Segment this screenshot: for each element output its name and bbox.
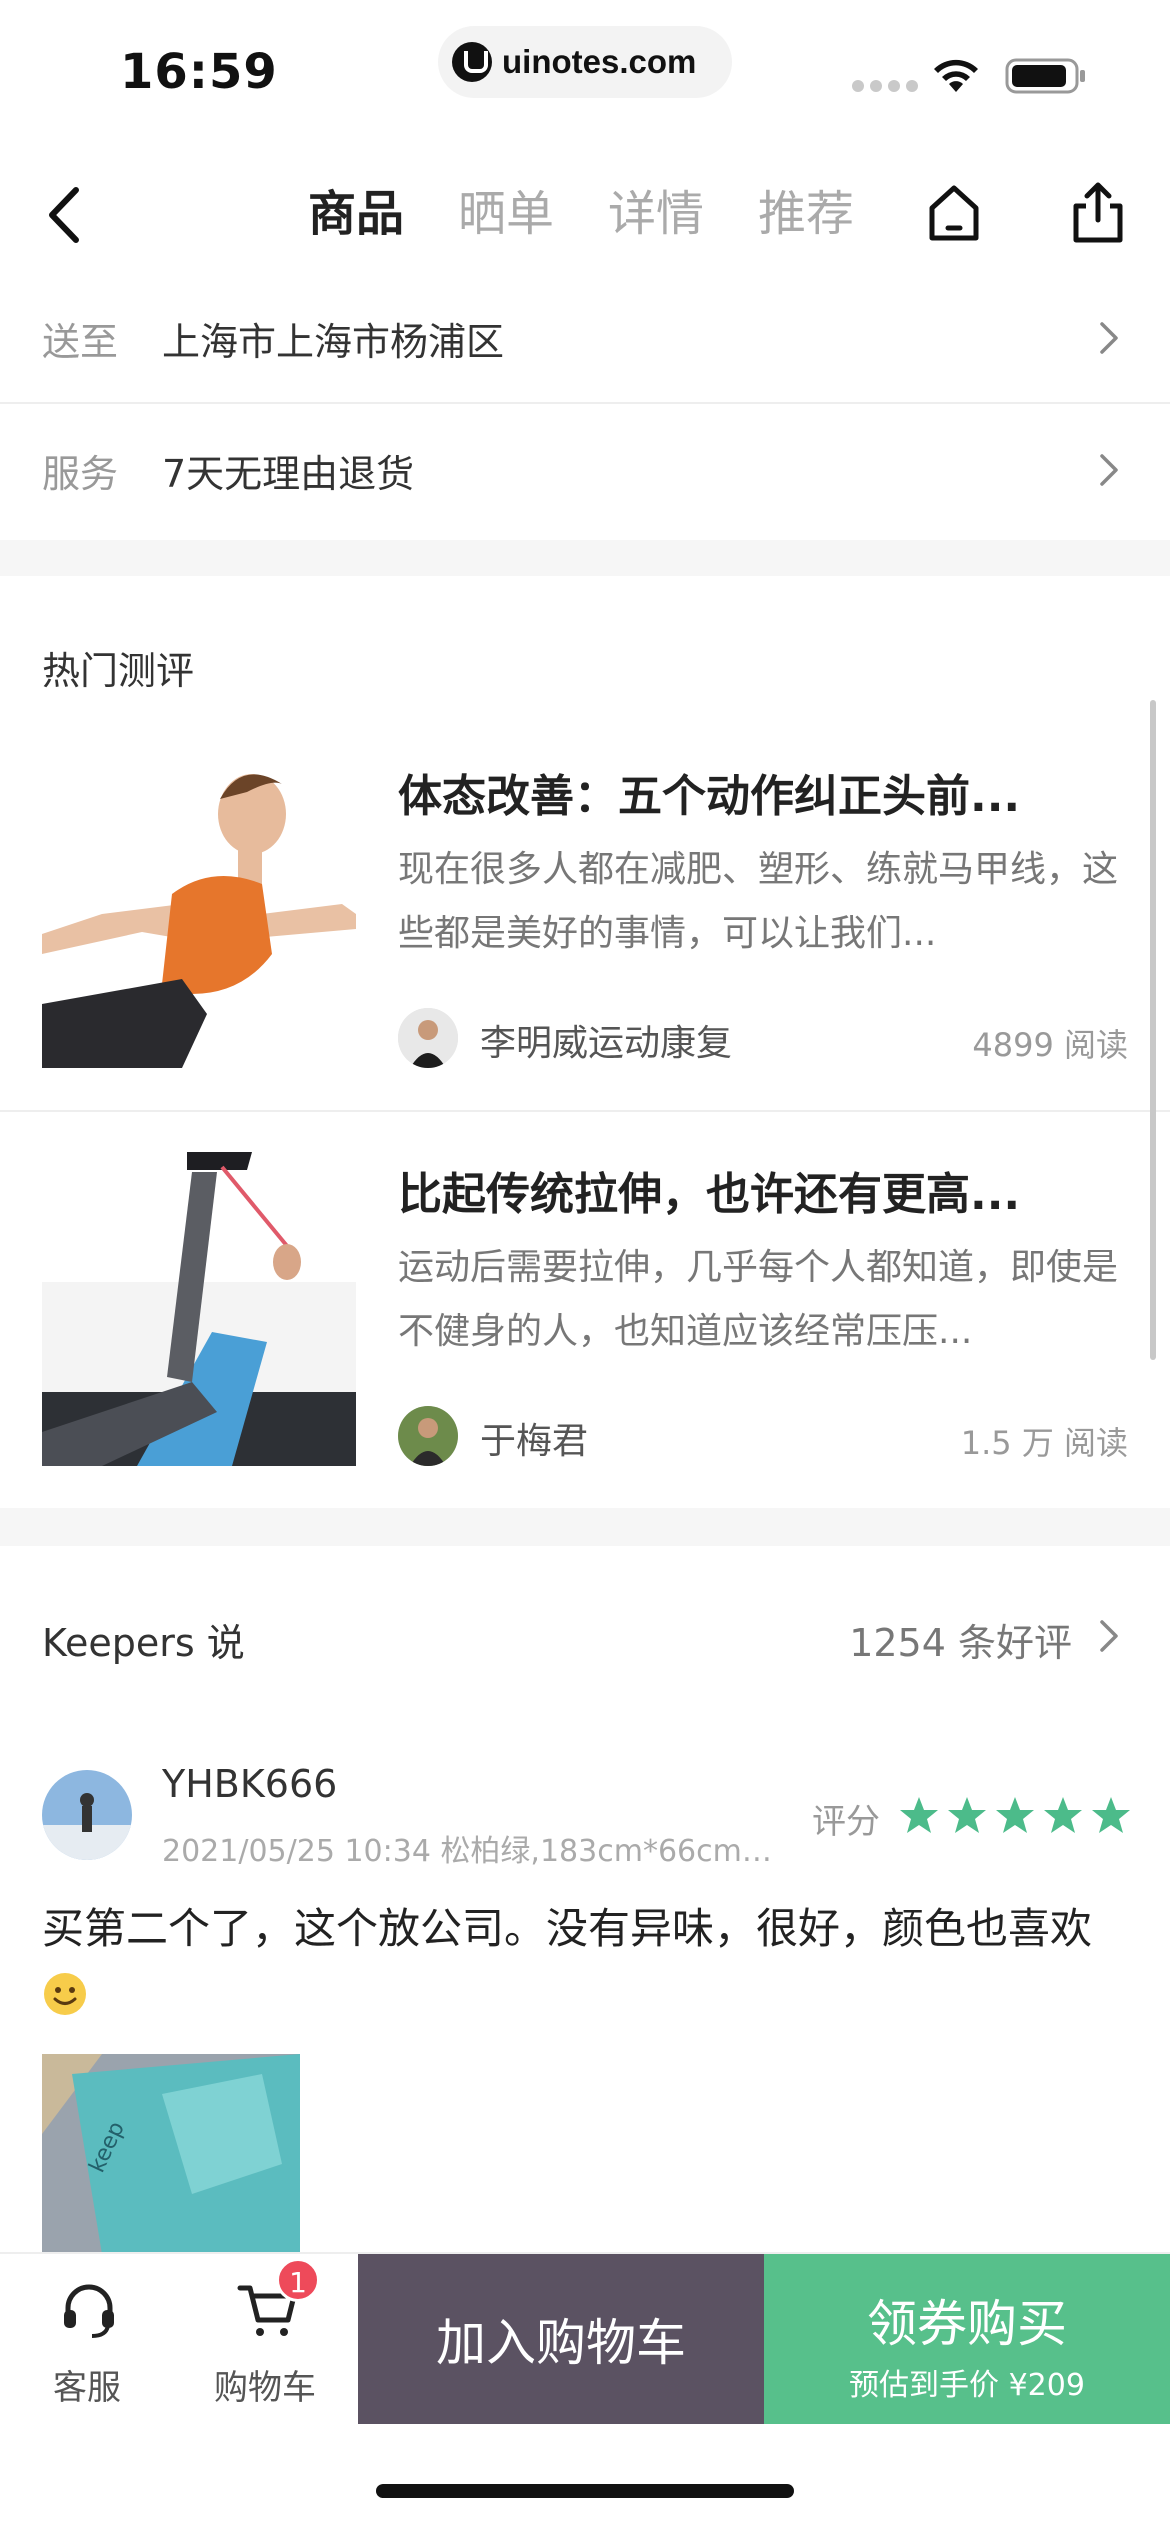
- reviewer-avatar[interactable]: [42, 1770, 132, 1860]
- customer-service-label: 客服: [53, 2368, 121, 2408]
- star-icon: [996, 1797, 1034, 1833]
- star-icon: [1092, 1797, 1130, 1833]
- headset-icon: [64, 2284, 114, 2338]
- status-bar: 16:59 uinotes.com: [0, 0, 1170, 140]
- site-logo-icon: [452, 42, 492, 82]
- add-to-cart-button[interactable]: 加入购物车: [358, 2254, 764, 2424]
- wifi-icon: [934, 59, 978, 92]
- service-value: 7天无理由退货: [162, 451, 415, 496]
- add-to-cart-label: 加入购物车: [436, 2314, 686, 2372]
- service-label: 服务: [42, 451, 119, 496]
- bottom-action-bar: 客服 1 购物车 加入购物车 领券购买 预估到手价 ¥209: [0, 2252, 1170, 2424]
- article-reads: 4899 阅读: [972, 1026, 1128, 1064]
- customer-service-button[interactable]: 客服: [12, 2254, 162, 2424]
- coupon-buy-button[interactable]: 领券购买 预估到手价 ¥209: [764, 2254, 1170, 2424]
- url-text: uinotes.com: [502, 43, 697, 80]
- good-review-count[interactable]: 1254 条好评: [849, 1612, 1072, 1667]
- reviewer-name: YHBK666: [162, 1762, 338, 1806]
- delivery-row[interactable]: 送至 上海市上海市杨浦区: [0, 274, 1170, 402]
- article-desc: 现在很多人都在减肥、塑形、练就马甲线，这些都是美好的事情，可以让我们...: [398, 849, 1118, 954]
- review-text: 买第二个了，这个放公司。没有异味，很好，颜色也喜欢: [42, 1896, 1132, 2028]
- rating-label: 评分: [812, 1802, 880, 1842]
- back-icon[interactable]: [40, 180, 90, 250]
- signal-icon: [852, 80, 918, 92]
- battery-icon: [1005, 58, 1085, 94]
- estimated-price: 预估到手价 ¥209: [849, 2368, 1085, 2403]
- section-gap: [0, 1508, 1170, 1546]
- review-text-content: 买第二个了，这个放公司。没有异味，很好，颜色也喜欢: [42, 1904, 1093, 1953]
- scrollbar[interactable]: [1150, 700, 1156, 1360]
- article-thumbnail: [42, 754, 356, 1068]
- author-avatar: [398, 1406, 458, 1466]
- share-icon[interactable]: [1068, 180, 1128, 246]
- review-photo[interactable]: keep: [42, 2054, 300, 2254]
- chevron-right-icon: [1100, 454, 1118, 486]
- divider: [0, 402, 1170, 404]
- keepers-title: Keepers 说: [42, 1621, 245, 1665]
- review-meta: 2021/05/25 10:34 松柏绿,183cm*66cm*0...: [162, 1834, 782, 1869]
- cart-label: 购物车: [214, 2368, 316, 2408]
- rating-stars: [898, 1794, 1132, 1836]
- article-desc: 运动后需要拉伸，几乎每个人都知道，即使是不健身的人，也知道应该经常压压...: [398, 1247, 1118, 1352]
- article-reads: 1.5 万 阅读: [960, 1424, 1128, 1462]
- star-icon: [900, 1797, 938, 1833]
- author-avatar: [398, 1008, 458, 1068]
- smile-emoji-icon: [44, 1973, 86, 2015]
- cart-button[interactable]: 1 购物车: [190, 2254, 340, 2424]
- chevron-right-icon[interactable]: [1098, 1618, 1120, 1654]
- chevron-right-icon: [1100, 322, 1118, 354]
- article-author: 李明威运动康复: [480, 1023, 733, 1064]
- article-thumbnail: [42, 1152, 356, 1466]
- top-nav: 商品 晒单 详情 推荐: [0, 150, 1170, 280]
- star-icon: [1044, 1797, 1082, 1833]
- url-pill[interactable]: uinotes.com: [438, 26, 732, 98]
- delivery-label: 送至: [42, 319, 119, 364]
- tab-goods[interactable]: 商品: [308, 174, 404, 244]
- article-title: 比起传统拉伸，也许还有更高...: [398, 1169, 1021, 1220]
- article-author: 于梅君: [480, 1421, 589, 1462]
- article-title: 体态改善：五个动作纠正头前...: [398, 771, 1021, 822]
- section-gap: [0, 540, 1170, 576]
- hot-reviews-title: 热门测评: [42, 649, 195, 693]
- home-icon[interactable]: [924, 180, 984, 246]
- service-row[interactable]: 服务 7天无理由退货: [0, 406, 1170, 534]
- divider: [0, 1110, 1170, 1112]
- cart-badge: 1: [276, 2258, 320, 2302]
- coupon-buy-label: 领券购买: [867, 2295, 1067, 2353]
- home-indicator[interactable]: [376, 2484, 794, 2498]
- star-icon: [948, 1797, 986, 1833]
- status-time: 16:59: [120, 44, 278, 100]
- tab-recommend[interactable]: 推荐: [758, 174, 854, 244]
- delivery-address: 上海市上海市杨浦区: [162, 319, 505, 364]
- tab-details[interactable]: 详情: [608, 174, 704, 244]
- tab-show-orders[interactable]: 晒单: [458, 174, 554, 244]
